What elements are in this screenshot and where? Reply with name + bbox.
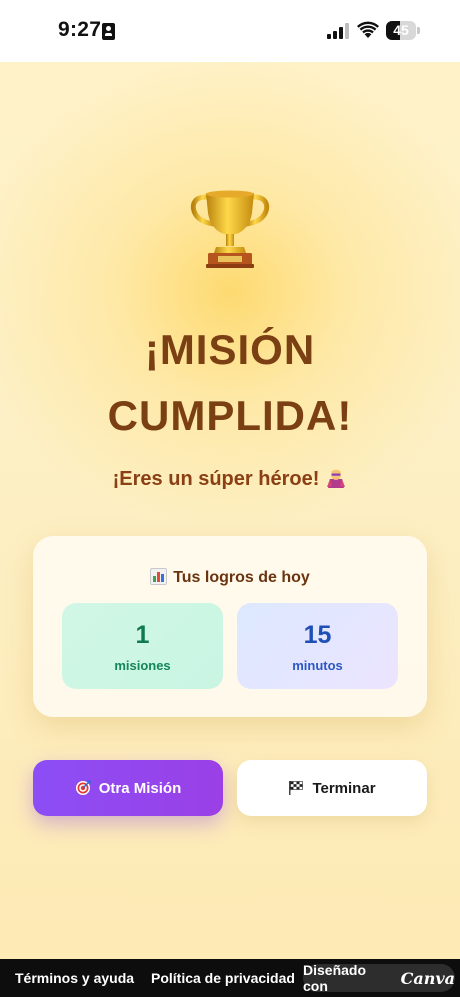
missions-label: misiones: [114, 658, 171, 673]
battery-level: 45: [393, 22, 409, 38]
achievements-title: Tus logros de hoy: [173, 569, 310, 586]
battery-icon: 45: [386, 21, 416, 40]
subtitle: ¡Eres un súper héroe!: [0, 467, 460, 491]
subtitle-text: ¡Eres un súper héroe!: [112, 468, 320, 490]
status-bar: 9:27 45: [0, 0, 460, 62]
wifi-icon: [357, 21, 379, 38]
another-mission-label: Otra Misión: [98, 779, 182, 797]
mission-complete-screen: ¡MISIÓN CUMPLIDA! ¡Eres un súper héroe! …: [0, 62, 460, 959]
title-line-2: CUMPLIDA!: [107, 392, 353, 439]
bar-chart-icon: [150, 568, 168, 585]
battery-tip: [417, 27, 420, 34]
missions-stat: 1 misiones: [62, 603, 223, 689]
missions-count: 1: [135, 621, 150, 649]
finish-label: Terminar: [312, 779, 376, 797]
status-time: 9:27: [58, 18, 102, 41]
minutes-stat: 15 minutos: [237, 603, 398, 689]
title-line-1: ¡MISIÓN: [144, 326, 316, 373]
finish-button[interactable]: Terminar: [237, 760, 427, 816]
target-icon: [75, 780, 91, 795]
minutes-count: 15: [303, 621, 332, 649]
minutes-label: minutos: [292, 658, 343, 673]
contact-card-icon: [102, 23, 115, 40]
designed-with-canva-badge[interactable]: Diseñado con Canva: [303, 962, 455, 994]
designed-with-label: Diseñado con: [303, 962, 367, 994]
cellular-signal-icon: [327, 23, 349, 39]
canva-logo: Canva: [400, 968, 455, 988]
daily-achievements-card: Tus logros de hoy 1 misiones 15 minutos: [33, 536, 427, 717]
superhero-icon: [327, 469, 346, 488]
terms-link[interactable]: Términos y ayuda: [15, 970, 134, 986]
footer: Términos y ayuda Política de privacidad …: [0, 959, 460, 997]
checkered-flag-icon: [289, 781, 304, 795]
trophy-icon: [190, 190, 270, 268]
privacy-link[interactable]: Política de privacidad: [151, 970, 295, 986]
achievements-header: Tus logros de hoy: [33, 568, 427, 587]
another-mission-button[interactable]: Otra Misión: [33, 760, 223, 816]
